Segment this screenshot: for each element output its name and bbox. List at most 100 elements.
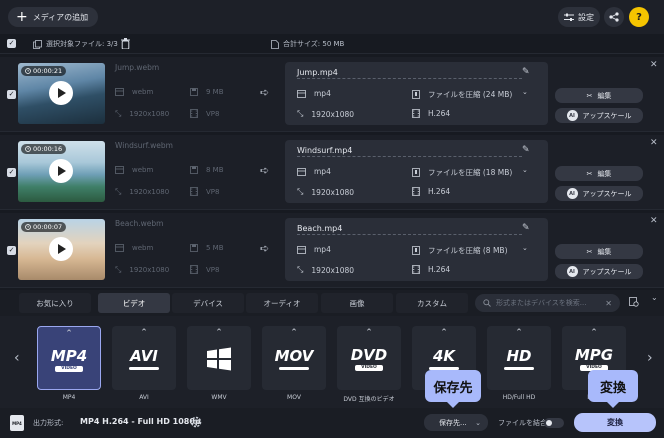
settings-button[interactable]: 設定 <box>558 7 600 27</box>
disk-icon <box>190 166 198 174</box>
video-thumbnail[interactable]: 00:00:16 <box>18 141 105 202</box>
help-button[interactable]: ? <box>629 7 649 27</box>
source-resolution: ⤡ 1920x1080 <box>115 265 170 274</box>
format-mov[interactable]: ⌃ MOV <box>262 326 326 390</box>
hd-logo-icon: HD <box>487 344 551 374</box>
output-resolution: ⤡ 1920x1080 <box>297 265 355 275</box>
convert-arrow-icon: ➪ <box>260 164 269 177</box>
output-codec: H.264 <box>412 265 450 274</box>
format-avi[interactable]: ⌃ AVI <box>112 326 176 390</box>
mov-logo-icon: MOV <box>262 344 326 374</box>
output-format: mp4 <box>297 89 331 98</box>
rename-pencil-icon[interactable]: ✎ <box>522 145 530 155</box>
share-button[interactable] <box>604 7 624 27</box>
dvd-logo-icon: DVD VIDEO <box>350 345 388 371</box>
video-thumbnail[interactable]: 00:00:21 <box>18 63 105 124</box>
chevron-down-icon[interactable]: ⌄ <box>522 244 528 252</box>
tab-custom[interactable]: カスタム <box>396 293 468 313</box>
file-checkbox[interactable]: ✓ <box>7 246 16 255</box>
add-media-button[interactable]: + メディアの追加 <box>8 7 99 27</box>
selection-bar: ✓ 選択対象ファイル: 3/3 合計サイズ: 50 MB <box>0 34 664 54</box>
resize-icon: ⤡ <box>297 265 304 274</box>
save-to-button[interactable]: 保存先... ⌄ <box>424 414 488 431</box>
output-settings-button[interactable] <box>189 415 203 431</box>
close-icon[interactable]: ✕ <box>650 138 658 148</box>
source-format: webm <box>115 166 153 174</box>
video-file-icon <box>297 89 306 98</box>
edit-button[interactable]: ✂ 編集 <box>555 244 643 259</box>
play-icon[interactable] <box>49 81 73 105</box>
source-size: 8 MB <box>190 166 224 174</box>
files-icon <box>33 39 42 49</box>
convert-arrow-icon: ➪ <box>260 242 269 255</box>
collapse-chevron-icon[interactable]: ⌄ <box>651 293 658 302</box>
chevron-up-icon: ⌃ <box>590 328 598 338</box>
close-icon[interactable]: ✕ <box>650 60 658 70</box>
scroll-left-icon[interactable]: ‹ <box>14 350 20 366</box>
upscale-button[interactable]: AI アップスケール <box>555 264 643 279</box>
merge-files-label: ファイルを結合: <box>498 419 550 427</box>
edit-button[interactable]: ✂ 編集 <box>555 88 643 103</box>
duration-badge: 00:00:16 <box>21 144 67 154</box>
source-format: webm <box>115 88 153 96</box>
output-file-name[interactable]: Windsurf.mp4 <box>297 146 352 155</box>
video-file-icon <box>115 166 124 174</box>
share-icon <box>609 12 619 22</box>
close-icon[interactable]: ✕ <box>650 216 658 226</box>
search-placeholder: 形式またはデバイスを検索... <box>496 299 587 307</box>
format-dvd[interactable]: ⌃ DVD VIDEO <box>337 326 401 390</box>
format-hd[interactable]: ⌃ HD <box>487 326 551 390</box>
output-file-name[interactable]: Beach.mp4 <box>297 224 342 233</box>
source-file-name: Windsurf.webm <box>115 141 173 150</box>
format-search-input[interactable]: 形式またはデバイスを検索... ✕ <box>475 294 620 312</box>
output-file-name[interactable]: Jump.mp4 <box>297 68 338 77</box>
output-name-underline <box>297 156 522 157</box>
convert-button[interactable]: 変換 <box>574 413 656 432</box>
play-icon[interactable] <box>49 237 73 261</box>
tab-audio[interactable]: オーディオ <box>246 293 318 313</box>
edit-button[interactable]: ✂ 編集 <box>555 166 643 181</box>
film-icon <box>412 265 420 274</box>
select-all-checkbox[interactable]: ✓ <box>7 39 16 48</box>
source-file-name: Beach.webm <box>115 219 164 228</box>
tab-video[interactable]: ビデオ <box>98 293 170 313</box>
rename-pencil-icon[interactable]: ✎ <box>522 67 530 77</box>
duration-badge: 00:00:21 <box>21 66 67 76</box>
rename-pencil-icon[interactable]: ✎ <box>522 223 530 233</box>
add-format-button[interactable] <box>629 297 639 309</box>
compression-dropdown[interactable]: ファイルを圧縮 (8 MB) <box>412 245 508 256</box>
format-wmv[interactable]: ⌃ <box>187 326 251 390</box>
merge-files-toggle[interactable] <box>544 418 564 428</box>
file-checkbox[interactable]: ✓ <box>7 168 16 177</box>
output-format-value[interactable]: MP4 H.264 - Full HD 1080p <box>80 417 201 426</box>
chevron-down-icon[interactable]: ⌄ <box>522 166 528 174</box>
video-thumbnail[interactable]: 00:00:07 <box>18 219 105 280</box>
play-icon[interactable] <box>49 159 73 183</box>
resize-icon: ⤡ <box>115 187 122 196</box>
format-label: AVI <box>139 394 149 401</box>
chevron-down-icon[interactable]: ⌄ <box>522 88 528 96</box>
upscale-button[interactable]: AI アップスケール <box>555 186 643 201</box>
compression-dropdown[interactable]: ファイルを圧縮 (18 MB) <box>412 167 512 178</box>
format-label: HD/Full HD <box>502 394 536 401</box>
output-name-underline <box>297 78 522 79</box>
convert-arrow-icon: ➪ <box>260 86 269 99</box>
film-icon <box>190 187 198 196</box>
compression-dropdown[interactable]: ファイルを圧縮 (24 MB) <box>412 89 512 100</box>
tab-devices[interactable]: デバイス <box>172 293 244 313</box>
tab-favorites[interactable]: お気に入り <box>19 293 91 313</box>
gear-icon <box>190 416 202 428</box>
duration-badge: 00:00:07 <box>21 222 67 232</box>
format-mp4[interactable]: ⌃ MP4 VIDEO <box>37 326 101 390</box>
delete-selected-button[interactable] <box>121 38 130 51</box>
compress-icon <box>412 90 420 99</box>
source-file-name: Jump.webm <box>115 63 160 72</box>
tab-image[interactable]: 画像 <box>321 293 393 313</box>
upscale-button[interactable]: AI アップスケール <box>555 108 643 123</box>
file-checkbox[interactable]: ✓ <box>7 90 16 99</box>
format-list-icon <box>629 297 639 307</box>
scroll-right-icon[interactable]: › <box>647 350 653 366</box>
source-format: webm <box>115 244 153 252</box>
video-file-icon <box>115 88 124 96</box>
clear-search-icon[interactable]: ✕ <box>605 299 612 308</box>
